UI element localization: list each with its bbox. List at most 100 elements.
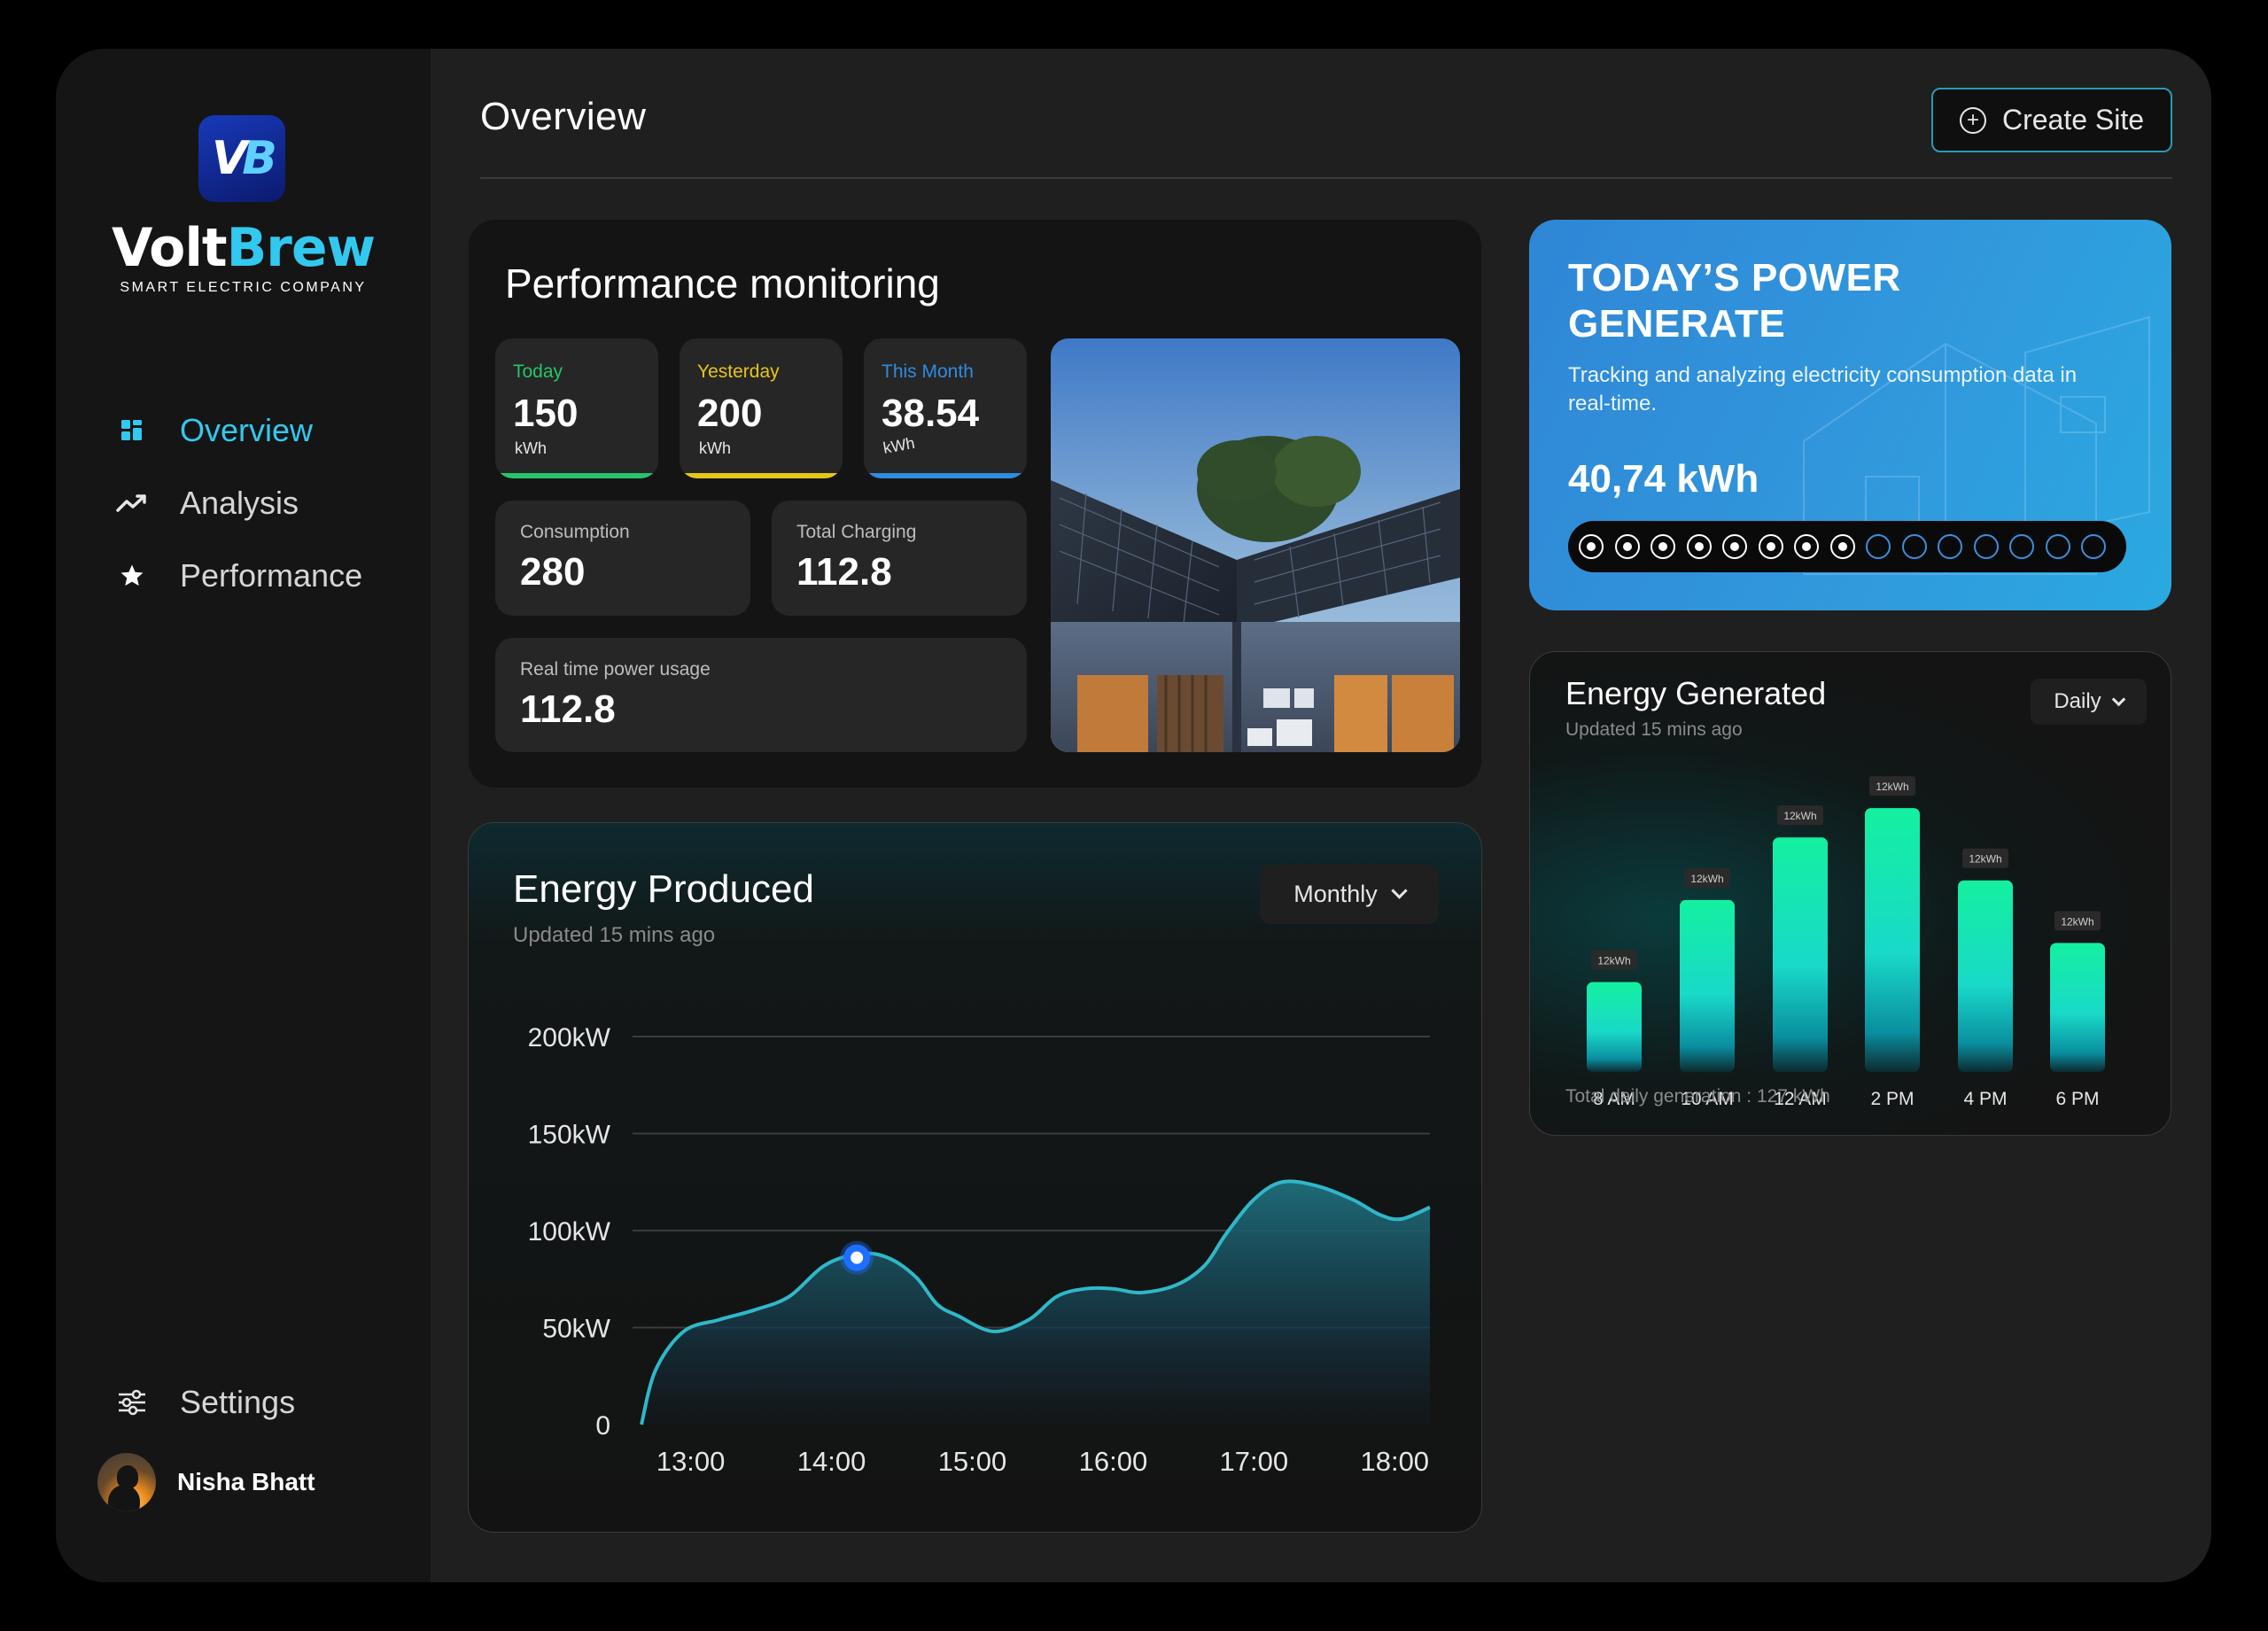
data-label: 12kWh [2061,915,2093,928]
today-tile[interactable]: Today 150 kWh [495,338,658,478]
realtime-label: Real time power usage [520,659,711,680]
today-accent-bar [495,473,658,478]
energy-generated-chart: 12kWh8 AM12kWh10 AM12kWh12 AM12kWh2 PM12… [1587,776,2105,1109]
sidebar: VB VoltBrew SMART ELECTRIC COMPANY Overv… [56,49,431,1582]
create-site-label: Create Site [2001,104,2145,136]
todays-power-title: TODAY’S POWER GENERATE [1568,255,1901,347]
app-window: VB VoltBrew SMART ELECTRIC COMPANY Overv… [56,49,2211,1582]
x-tick-label: 18:00 [1360,1446,1429,1477]
yesterday-tile[interactable]: Yesterday 200 kWh [680,338,843,478]
bar [1773,837,1828,1072]
todays-power-title-line1: TODAY’S POWER [1568,256,1901,299]
progress-dot-filled [1829,534,1855,559]
y-tick-label: 150kW [528,1121,611,1150]
total-charging-value: 112.8 [796,550,892,594]
data-label: 12kWh [1783,810,1816,822]
page-title: Overview [480,95,647,138]
brand-name: VoltBrew [56,217,431,279]
x-tick-label: 13:00 [656,1446,726,1477]
data-label: 12kWh [1690,873,1723,885]
plus-circle-icon: + [1959,106,1986,134]
today-value: 150 [513,392,579,435]
settings-label: Settings [180,1384,296,1420]
x-tick-label: 16:00 [1079,1446,1148,1477]
this-month-value: 38.54 [882,392,980,435]
consumption-value: 280 [520,550,586,594]
power-progress-dots [1568,521,2126,572]
this-month-tile[interactable]: This Month 38.54 kWh [864,338,1027,478]
data-label: 12kWh [1597,954,1630,967]
realtime-usage-tile[interactable]: Real time power usage 112.8kWh [495,638,1027,752]
progress-dot-filled [1794,534,1819,559]
y-tick-label: 50kW [542,1315,610,1344]
energy-generated-card: Energy Generated Updated 15 mins ago Dai… [1529,651,2171,1136]
y-tick-label: 100kW [528,1217,611,1247]
user-profile[interactable]: Nisha Bhatt [97,1453,315,1511]
star-icon [116,560,148,592]
total-charging-value-row: 112.8kWh [796,550,892,594]
create-site-button[interactable]: + Create Site [1931,88,2172,152]
progress-dot-empty [1973,534,1999,559]
x-tick-label: 4 PM [1963,1089,2007,1109]
today-unit: kWh [515,439,547,457]
house-solar-image [1051,338,1460,752]
this-month-unit: kWh [882,433,917,457]
y-tick-label: 200kW [528,1023,611,1052]
yesterday-label: Yesterday [697,361,780,382]
todays-power-card: TODAY’S POWER GENERATE Tracking and analy… [1529,220,2171,610]
area-fill [641,1181,1430,1425]
trend-icon [116,487,148,519]
sidebar-item-label: Overview [180,412,314,448]
sidebar-item-label: Performance [180,557,363,594]
brand-part1: Volt [111,217,228,279]
highlight-marker-center [850,1251,864,1264]
bar [1680,899,1735,1072]
x-tick-label: 15:00 [938,1446,1007,1477]
today-label: Today [513,361,563,382]
user-name: Nisha Bhatt [177,1468,315,1495]
bar [2050,943,2105,1072]
todays-power-description: Tracking and analyzing electricity consu… [1568,363,2078,416]
sidebar-nav: Overview Analysis Performance [116,394,362,612]
sidebar-item-performance[interactable]: Performance [116,540,362,612]
bar [1958,880,2013,1072]
todays-power-title-line2: GENERATE [1568,302,1786,346]
performance-title: Performance monitoring [505,260,940,307]
brand-part2: Brew [226,217,376,279]
energy-generated-total: Total daily generation : 127 kWh [1565,1086,1830,1107]
avatar [97,1453,156,1511]
total-charging-label: Total Charging [796,522,917,542]
data-label: 12kWh [1969,853,2001,866]
energy-produced-card: Energy Produced Updated 15 mins ago Mont… [468,822,1482,1533]
bar [1865,808,1920,1072]
yesterday-unit: kWh [699,439,731,457]
sidebar-item-overview[interactable]: Overview [116,394,362,467]
sidebar-item-label: Analysis [180,485,299,521]
y-tick-label: 0 [595,1411,610,1441]
progress-dot-empty [1938,534,1962,559]
consumption-tile[interactable]: Consumption 280kWh [495,501,750,616]
performance-card: Performance monitoring Today 150 kWh Yes… [469,220,1481,788]
divider [480,177,2172,179]
progress-dot-empty [2009,534,2034,559]
progress-dot-filled [1758,534,1783,559]
logo-mark: VB [198,115,285,202]
consumption-label: Consumption [520,522,630,542]
brand-tagline: SMART ELECTRIC COMPANY [120,280,367,295]
data-label: 12kWh [1876,781,1908,793]
realtime-value-row: 112.8kWh [520,687,616,732]
sliders-icon [116,1386,148,1418]
x-tick-label: 14:00 [797,1446,866,1477]
yesterday-value: 200 [697,392,763,435]
progress-dot-filled [1651,534,1675,559]
grid-icon [116,415,148,447]
todays-power-value: 40,74 kWh [1568,457,1759,501]
progress-dot-empty [1901,534,1927,559]
bar [1587,982,1642,1072]
progress-dot-empty [2045,534,2070,559]
progress-dot-filled [1614,534,1640,559]
x-tick-label: 17:00 [1220,1446,1289,1477]
sidebar-item-settings[interactable]: Settings [116,1366,295,1439]
total-charging-tile[interactable]: Total Charging 112.8kWh [772,501,1027,616]
sidebar-item-analysis[interactable]: Analysis [116,467,362,540]
